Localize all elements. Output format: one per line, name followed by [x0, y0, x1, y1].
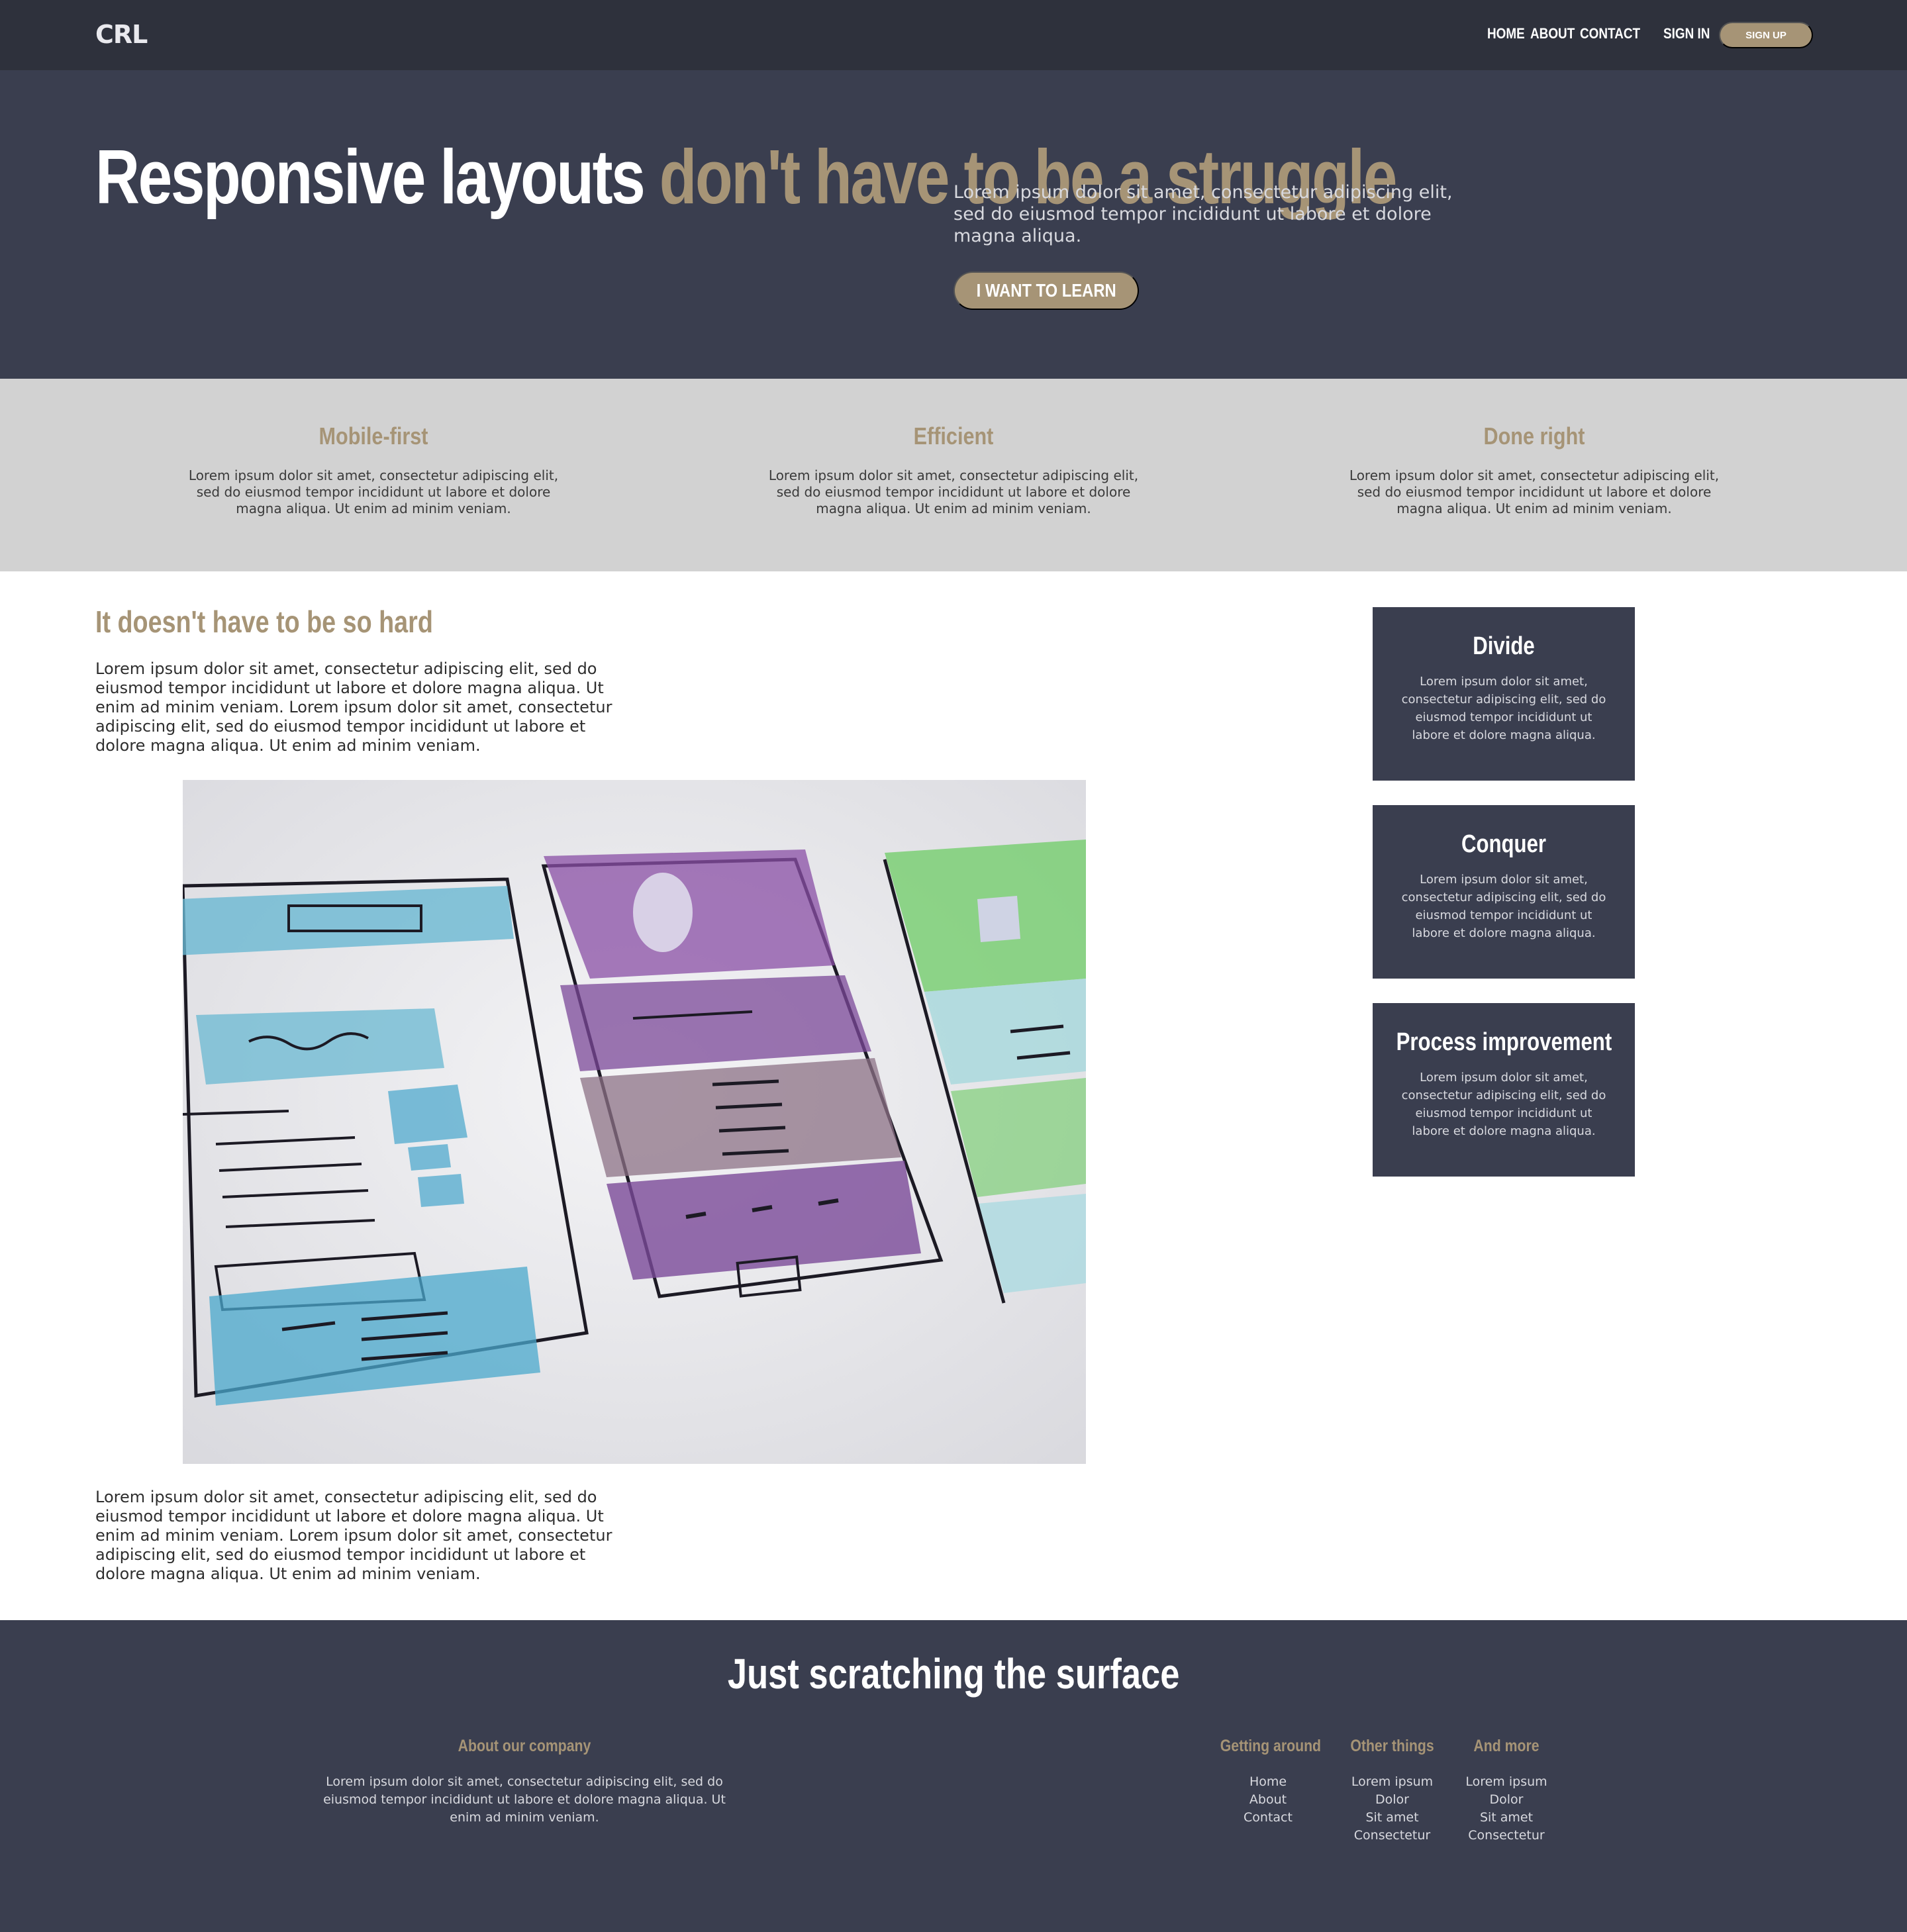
footer-link[interactable]: Dolor — [1453, 1791, 1559, 1809]
footer-column-title: Other things — [1350, 1737, 1434, 1755]
footer-link[interactable]: Sit amet — [1341, 1809, 1443, 1827]
footer-link-list: Lorem ipsum Dolor Sit amet Consectetur — [1453, 1773, 1559, 1845]
footer-link-list: Lorem ipsum Dolor Sit amet Consectetur — [1341, 1773, 1443, 1845]
footer-link-list: Home About Contact — [1212, 1773, 1324, 1827]
wireframe-sketch-illustration — [183, 780, 1086, 1464]
feature-text: Lorem ipsum dolor sit amet, consectetur … — [1349, 467, 1720, 516]
footer-column-title: And more — [1473, 1737, 1540, 1755]
brand-logo[interactable]: CRL — [95, 20, 148, 49]
learn-button-label: I WANT TO LEARN — [976, 280, 1116, 301]
footer-link-about[interactable]: About — [1212, 1791, 1324, 1809]
footer-link[interactable]: Dolor — [1341, 1791, 1443, 1809]
footer-title-text: Just scratching the surface — [727, 1650, 1180, 1698]
footer: Just scratching the surface About our co… — [0, 1620, 1907, 1932]
card-text: Lorem ipsum dolor sit amet, consectetur … — [1401, 675, 1606, 742]
feature-mobile-first: Mobile-first Lorem ipsum dolor sit amet,… — [175, 422, 572, 517]
sidebar-card-process-improvement: Process improvement Lorem ipsum dolor si… — [1373, 1003, 1635, 1177]
footer-about-column: About our company Lorem ipsum dolor sit … — [306, 1737, 743, 1827]
footer-link[interactable]: Lorem ipsum — [1453, 1773, 1559, 1791]
feature-title: Mobile-first — [318, 422, 428, 450]
sign-up-button[interactable]: SIGN UP — [1719, 22, 1813, 48]
sidebar-card-divide: Divide Lorem ipsum dolor sit amet, conse… — [1373, 607, 1635, 781]
feature-text: Lorem ipsum dolor sit amet, consectetur … — [188, 467, 559, 516]
card-text: Lorem ipsum dolor sit amet, consectetur … — [1401, 873, 1606, 940]
footer-column-title: Getting around — [1220, 1737, 1322, 1755]
feature-title: Efficient — [913, 422, 994, 450]
feature-title: Done right — [1483, 422, 1585, 450]
footer-link[interactable]: Consectetur — [1453, 1827, 1559, 1845]
footer-other-things-column: Other things Lorem ipsum Dolor Sit amet … — [1341, 1737, 1443, 1845]
card-title: Divide — [1473, 632, 1535, 660]
nav-link-about[interactable]: ABOUT — [1530, 25, 1575, 42]
sidebar-card-conquer: Conquer Lorem ipsum dolor sit amet, cons… — [1373, 805, 1635, 979]
nav-link-contact[interactable]: CONTACT — [1580, 25, 1640, 42]
footer-link[interactable]: Lorem ipsum — [1341, 1773, 1443, 1791]
footer-link[interactable]: Sit amet — [1453, 1809, 1559, 1827]
feature-text: Lorem ipsum dolor sit amet, consectetur … — [768, 467, 1139, 516]
hero-description: Lorem ipsum dolor sit amet, consectetur … — [954, 182, 1453, 246]
card-text: Lorem ipsum dolor sit amet, consectetur … — [1401, 1071, 1606, 1138]
footer-column-title: About our company — [458, 1737, 591, 1755]
card-title: Conquer — [1461, 830, 1547, 858]
main-paragraph-1: Lorem ipsum dolor sit amet, consectetur … — [95, 659, 612, 755]
footer-title: Just scratching the surface — [0, 1649, 1907, 1698]
footer-link-home[interactable]: Home — [1212, 1773, 1324, 1791]
main-paragraph-2: Lorem ipsum dolor sit amet, consectetur … — [95, 1488, 612, 1583]
top-navbar: CRL HOME ABOUT CONTACT SIGN IN SIGN UP — [0, 0, 1907, 70]
learn-button[interactable]: I WANT TO LEARN — [954, 271, 1139, 310]
hero-title: Responsive layouts don't have to be a st… — [95, 127, 1397, 226]
hero-title-main: Responsive layouts — [95, 134, 660, 220]
feature-done-right: Done right Lorem ipsum dolor sit amet, c… — [1336, 422, 1733, 517]
hero-section: Responsive layouts don't have to be a st… — [0, 70, 1907, 379]
footer-getting-around-column: Getting around Home About Contact — [1212, 1737, 1324, 1827]
footer-link[interactable]: Consectetur — [1341, 1827, 1443, 1845]
features-section: Mobile-first Lorem ipsum dolor sit amet,… — [0, 379, 1907, 571]
sign-in-link[interactable]: SIGN IN — [1663, 25, 1710, 42]
card-title: Process improvement — [1396, 1028, 1612, 1056]
nav-link-home[interactable]: HOME — [1487, 25, 1525, 42]
main-heading: It doesn't have to be so hard — [95, 604, 433, 639]
feature-efficient: Efficient Lorem ipsum dolor sit amet, co… — [755, 422, 1152, 517]
footer-about-text: Lorem ipsum dolor sit amet, consectetur … — [323, 1774, 726, 1825]
footer-link-contact[interactable]: Contact — [1212, 1809, 1324, 1827]
footer-and-more-column: And more Lorem ipsum Dolor Sit amet Cons… — [1453, 1737, 1559, 1845]
wireframe-sketch-image — [183, 780, 1086, 1464]
